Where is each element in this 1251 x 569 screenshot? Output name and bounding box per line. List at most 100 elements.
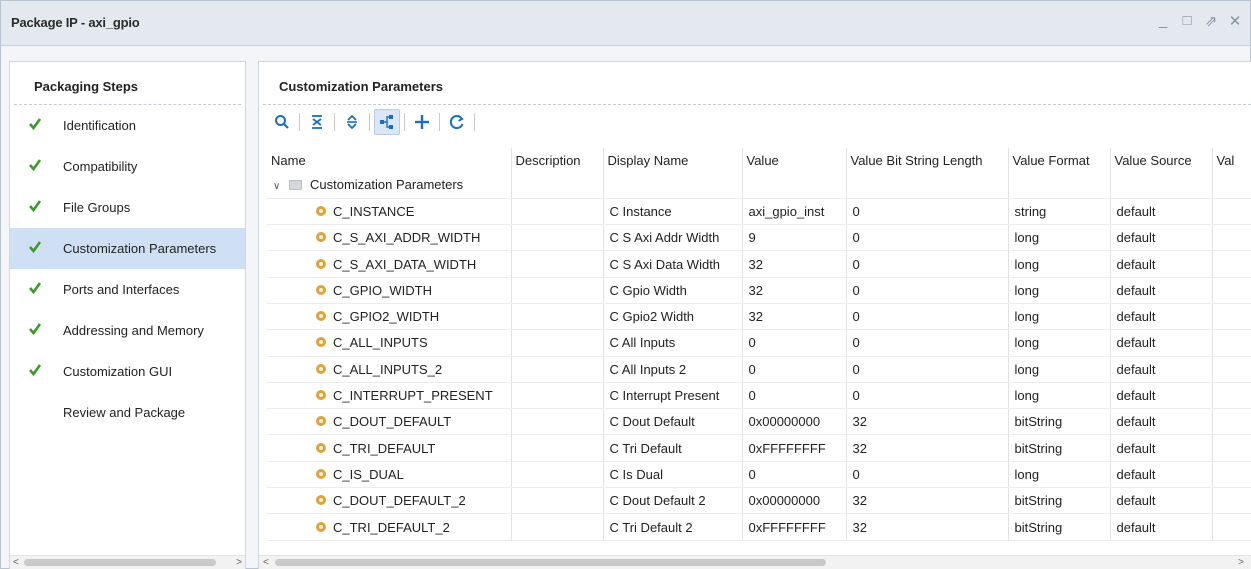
search-button[interactable]: [269, 109, 295, 135]
table-row[interactable]: C_ALL_INPUTS C All Inputs 0 0 long default: [267, 329, 1251, 357]
table-cell: [1110, 172, 1213, 199]
table-row[interactable]: C_INTERRUPT_PRESENT C Interrupt Present 0 0…: [267, 382, 1251, 410]
table-cell: [603, 172, 743, 199]
table-cell: bitString: [1008, 513, 1111, 541]
table-cell: 0: [846, 224, 1009, 252]
table-cell[interactable]: 0: [742, 329, 847, 357]
table-cell: bitString: [1008, 434, 1111, 462]
column-header[interactable]: Name: [267, 148, 512, 172]
step-review-and-package[interactable]: Review and Package: [10, 392, 245, 433]
table-cell: C Is Dual: [603, 461, 743, 489]
table-cell: long: [1008, 329, 1111, 357]
table-row[interactable]: C_S_AXI_ADDR_WIDTH C S Axi Addr Width 9 0 lo…: [267, 224, 1251, 252]
table-row[interactable]: C_DOUT_DEFAULT_2 C Dout Default 2 0x000000…: [267, 487, 1251, 515]
add-button[interactable]: [409, 109, 435, 135]
step-customization-parameters[interactable]: Customization Parameters: [10, 228, 245, 269]
parameter-name: C_INSTANCE: [333, 203, 415, 219]
table-cell: [511, 198, 604, 226]
table-cell: [511, 487, 604, 515]
table-row[interactable]: C_DOUT_DEFAULT C Dout Default 0x00000000 32…: [267, 408, 1251, 436]
right-horizontal-scrollbar[interactable]: < >: [259, 555, 1251, 569]
gear-icon: [316, 495, 326, 506]
group-row[interactable]: ∨ Customization Parameters: [267, 172, 1251, 199]
close-button[interactable]: ✕: [1228, 12, 1242, 30]
table-row[interactable]: C_S_AXI_DATA_WIDTH C S Axi Data Width 32 0 l…: [267, 250, 1251, 278]
column-header[interactable]: Value: [742, 148, 847, 172]
refresh-icon: [449, 114, 464, 129]
step-customization-gui[interactable]: Customization GUI: [10, 351, 245, 392]
table-cell[interactable]: 0x00000000: [742, 487, 847, 515]
packaging-steps-header: Packaging Steps: [14, 62, 241, 105]
table-header-row: Name Description Display Name Value Value Bi…: [267, 148, 1251, 172]
table-row[interactable]: C_TRI_DEFAULT_2 C Tri Default 2 0xFFFFFFFF…: [267, 513, 1251, 541]
expand-all-button[interactable]: [339, 109, 365, 135]
table-cell: string: [1008, 198, 1111, 226]
table-cell: long: [1008, 461, 1111, 489]
scrollbar-thumb[interactable]: [24, 559, 216, 566]
table-cell[interactable]: 0: [742, 356, 847, 383]
collapse-all-icon: [312, 114, 322, 129]
checkmark-icon: [29, 159, 42, 172]
chevron-down-icon[interactable]: ∨: [273, 181, 285, 192]
table-row[interactable]: C_IS_DUAL C Is Dual 0 0 long default: [267, 461, 1251, 489]
left-horizontal-scrollbar[interactable]: < >: [10, 555, 245, 569]
parameter-name-cell: C_GPIO2_WIDTH: [267, 303, 512, 331]
table-cell[interactable]: 9: [742, 224, 847, 252]
parameter-name: C_GPIO_WIDTH: [333, 282, 432, 298]
column-header[interactable]: Value Bit String Length: [846, 148, 1009, 172]
scroll-right-arrow[interactable]: >: [236, 556, 242, 569]
float-button[interactable]: ⇗: [1204, 12, 1218, 30]
window-title: Package IP - axi_gpio: [11, 15, 140, 30]
scroll-left-arrow[interactable]: <: [13, 556, 19, 569]
minimize-button[interactable]: _: [1156, 12, 1170, 30]
table-row[interactable]: C_TRI_DEFAULT C Tri Default 0xFFFFFFFF 32 bi…: [267, 434, 1251, 462]
step-file-groups[interactable]: File Groups: [10, 187, 245, 228]
table-cell[interactable]: 32: [742, 250, 847, 278]
column-header[interactable]: Val: [1212, 148, 1251, 172]
column-header[interactable]: Display Name: [603, 148, 743, 172]
column-header[interactable]: Value Source: [1110, 148, 1213, 172]
parameter-name-cell: C_TRI_DEFAULT_2: [267, 513, 512, 541]
table-cell[interactable]: 0xFFFFFFFF: [742, 434, 847, 462]
table-row[interactable]: C_GPIO2_WIDTH C Gpio2 Width 32 0 long default: [267, 303, 1251, 331]
parameter-name-cell: C_TRI_DEFAULT: [267, 434, 512, 462]
table-cell[interactable]: 0xFFFFFFFF: [742, 513, 847, 541]
maximize-button[interactable]: □: [1180, 12, 1194, 30]
table-cell[interactable]: 32: [742, 303, 847, 331]
scrollbar-thumb[interactable]: [275, 559, 826, 566]
table-cell: [1212, 487, 1251, 515]
folder-icon: [289, 180, 302, 191]
step-compatibility[interactable]: Compatibility: [10, 146, 245, 187]
parameter-name: C_ALL_INPUTS: [333, 335, 428, 351]
table-cell: [1212, 513, 1251, 541]
step-addressing-and-memory[interactable]: Addressing and Memory: [10, 310, 245, 351]
table-cell: [742, 172, 847, 199]
step-ports-and-interfaces[interactable]: Ports and Interfaces: [10, 269, 245, 310]
parameter-name: C_DOUT_DEFAULT: [333, 414, 452, 430]
parameter-name: C_ALL_INPUTS_2: [333, 361, 443, 377]
table-row[interactable]: C_INSTANCE C Instance axi_gpio_inst 0 string…: [267, 198, 1251, 226]
scroll-right-arrow[interactable]: >: [1238, 556, 1244, 569]
table-row[interactable]: C_ALL_INPUTS_2 C All Inputs 2 0 0 long defaul…: [267, 356, 1251, 383]
table-cell[interactable]: 32: [742, 277, 847, 304]
column-header[interactable]: Value Format: [1008, 148, 1111, 172]
column-header[interactable]: Description: [511, 148, 604, 172]
refresh-button[interactable]: [444, 109, 470, 135]
parameter-name-cell: C_GPIO_WIDTH: [267, 277, 512, 304]
packaging-steps-list: Identification Compatibility File Groups Cu…: [10, 105, 245, 433]
table-cell: [1212, 172, 1251, 199]
table-cell[interactable]: 0x00000000: [742, 408, 847, 436]
table-cell: C Dout Default: [603, 408, 743, 436]
table-cell: [511, 250, 604, 278]
hierarchy-toggle-button[interactable]: [374, 108, 400, 135]
table-cell: C S Axi Addr Width: [603, 224, 743, 252]
table-cell[interactable]: 0: [742, 461, 847, 489]
table-cell[interactable]: axi_gpio_inst: [742, 198, 847, 226]
scroll-left-arrow[interactable]: <: [263, 556, 269, 569]
table-row[interactable]: C_GPIO_WIDTH C Gpio Width 32 0 long default: [267, 277, 1251, 304]
step-identification[interactable]: Identification: [10, 105, 245, 146]
collapse-all-button[interactable]: [304, 109, 330, 135]
table-cell[interactable]: 0: [742, 382, 847, 410]
gear-icon: [316, 363, 326, 374]
gear-icon: [316, 258, 326, 269]
